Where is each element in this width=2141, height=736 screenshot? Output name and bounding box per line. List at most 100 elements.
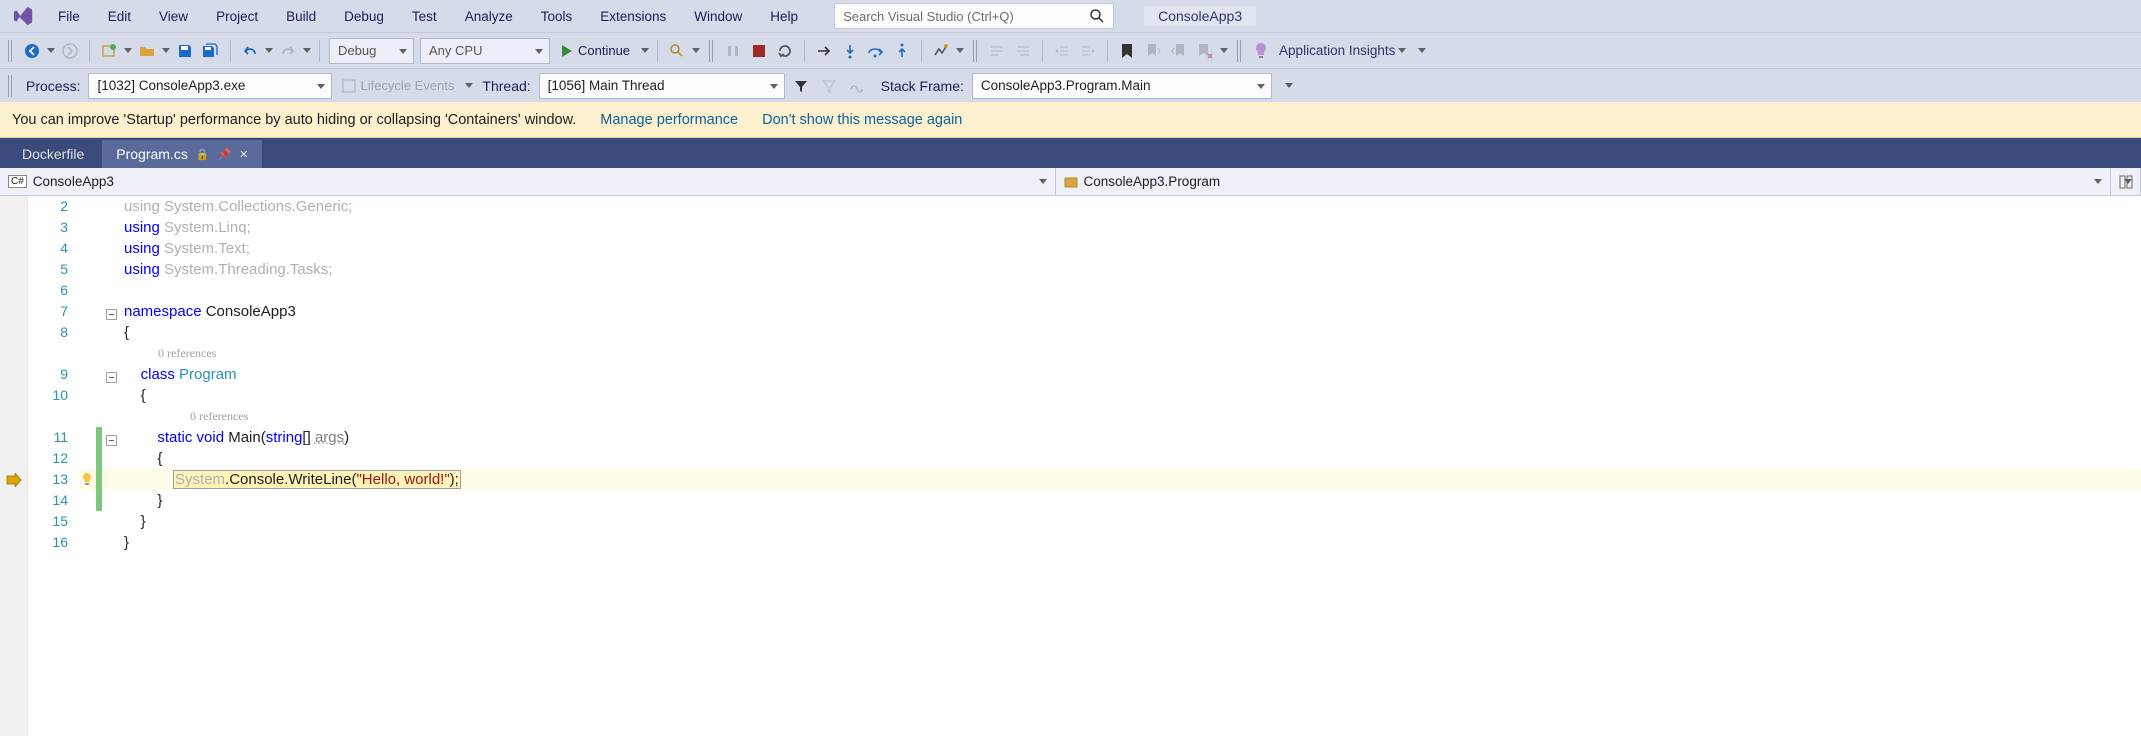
- filter-threads-button[interactable]: [789, 74, 813, 98]
- thread-dropdown[interactable]: [1056] Main Thread: [539, 73, 785, 99]
- menu-view[interactable]: View: [147, 5, 200, 28]
- search-input[interactable]: Search Visual Studio (Ctrl+Q): [834, 3, 1114, 29]
- toolbar-overflow[interactable]: [1417, 48, 1427, 53]
- nav-class-dropdown[interactable]: ConsoleApp3.Program: [1056, 168, 2112, 195]
- menu-window[interactable]: Window: [682, 5, 754, 28]
- dismiss-infobar-link[interactable]: Don't show this message again: [762, 112, 962, 128]
- codelens-references[interactable]: 0 references: [120, 346, 216, 361]
- bookmark-clear-button: [1193, 39, 1217, 63]
- show-next-statement-button[interactable]: [812, 39, 836, 63]
- new-project-button[interactable]: [97, 39, 121, 63]
- line-number-margin: 23456 78 910 111213141516: [28, 196, 78, 736]
- lightbulb-margin: [78, 196, 96, 736]
- menu-help[interactable]: Help: [758, 5, 810, 28]
- step-out-button[interactable]: [890, 39, 914, 63]
- split-icon: [2119, 175, 2133, 189]
- nav-back-dropdown[interactable]: [46, 48, 56, 53]
- comment-button: [985, 39, 1009, 63]
- intellitrace-button[interactable]: [929, 39, 953, 63]
- platform-dropdown[interactable]: Any CPU: [420, 38, 550, 64]
- app-insights-dropdown[interactable]: [1397, 48, 1407, 53]
- intellitrace-dropdown[interactable]: [955, 48, 965, 53]
- config-dropdown[interactable]: Debug: [329, 38, 414, 64]
- toolbar-grip[interactable]: [8, 75, 14, 97]
- nav-forward-button: [58, 39, 82, 63]
- fold-toggle[interactable]: [106, 309, 117, 320]
- app-insights-button[interactable]: Application Insights: [1279, 43, 1395, 58]
- toolbar-grip[interactable]: [8, 40, 14, 62]
- toolbar-grip[interactable]: [1237, 40, 1243, 62]
- new-project-dropdown[interactable]: [123, 48, 133, 53]
- restart-button[interactable]: [773, 39, 797, 63]
- toolbar-grip[interactable]: [709, 40, 715, 62]
- menu-debug[interactable]: Debug: [332, 5, 396, 28]
- current-statement-line: System.Console.WriteLine("Hello, world!"…: [120, 469, 2141, 490]
- class-icon: [1064, 175, 1078, 189]
- toolbar-grip[interactable]: [973, 40, 979, 62]
- separator: [230, 40, 231, 62]
- open-file-button[interactable]: [135, 39, 159, 63]
- save-all-button[interactable]: [199, 39, 223, 63]
- lifecycle-dropdown[interactable]: [464, 83, 474, 88]
- fold-toggle[interactable]: [106, 435, 117, 446]
- code-line: using System.Linq;: [120, 219, 251, 236]
- outlining-margin[interactable]: [102, 196, 120, 736]
- continue-dropdown[interactable]: [640, 48, 650, 53]
- close-icon[interactable]: ✕: [239, 148, 248, 161]
- nav-split-button[interactable]: [2111, 168, 2141, 195]
- menu-tools[interactable]: Tools: [529, 5, 585, 28]
- save-button[interactable]: [173, 39, 197, 63]
- menu-edit[interactable]: Edit: [96, 5, 143, 28]
- step-into-button[interactable]: [838, 39, 862, 63]
- nav-project-dropdown[interactable]: C# ConsoleApp3: [0, 168, 1056, 195]
- menu-analyze[interactable]: Analyze: [453, 5, 525, 28]
- debug-location-toolbar: Process: [1032] ConsoleApp3.exe Lifecycl…: [0, 68, 2141, 102]
- process-dropdown[interactable]: [1032] ConsoleApp3.exe: [88, 73, 332, 99]
- thread-value: [1056] Main Thread: [548, 78, 665, 93]
- tab-dockerfile[interactable]: Dockerfile: [8, 140, 98, 168]
- menu-extensions[interactable]: Extensions: [588, 5, 678, 28]
- undo-button[interactable]: [238, 39, 262, 63]
- manage-performance-link[interactable]: Manage performance: [600, 112, 738, 128]
- config-value: Debug: [338, 43, 376, 58]
- undo-dropdown[interactable]: [264, 48, 274, 53]
- codelens-references[interactable]: 0 references: [120, 409, 248, 424]
- bookmark-button[interactable]: [1115, 39, 1139, 63]
- pause-button: [721, 39, 745, 63]
- menu-build[interactable]: Build: [274, 5, 328, 28]
- navigation-bar: C# ConsoleApp3 ConsoleApp3.Program: [0, 168, 2141, 196]
- separator: [921, 40, 922, 62]
- code-line: }: [120, 513, 146, 530]
- menu-test[interactable]: Test: [400, 5, 449, 28]
- nav-project-value: ConsoleApp3: [33, 174, 114, 189]
- main-toolbar: Debug Any CPU Continue Application Insig…: [0, 32, 2141, 68]
- menu-file[interactable]: File: [46, 5, 92, 28]
- lightbulb-icon[interactable]: [78, 469, 96, 490]
- code-line: {: [120, 387, 146, 404]
- redo-dropdown[interactable]: [302, 48, 312, 53]
- flag-thread-button: [817, 74, 841, 98]
- lifecycle-events-button[interactable]: Lifecycle Events: [336, 74, 460, 98]
- code-area[interactable]: using System.Collections.Generic; using …: [120, 196, 2141, 736]
- separator: [804, 40, 805, 62]
- find-dropdown[interactable]: [691, 48, 701, 53]
- project-name-label: ConsoleApp3: [1144, 6, 1256, 26]
- menu-bar: File Edit View Project Build Debug Test …: [0, 0, 2141, 32]
- fold-toggle[interactable]: [106, 372, 117, 383]
- debugbar-overflow[interactable]: [1284, 83, 1294, 88]
- breakpoint-margin[interactable]: [0, 196, 28, 736]
- stackframe-dropdown[interactable]: ConsoleApp3.Program.Main: [972, 73, 1272, 99]
- pin-icon[interactable]: 📌: [218, 148, 232, 161]
- menu-project[interactable]: Project: [204, 5, 270, 28]
- open-file-dropdown[interactable]: [161, 48, 171, 53]
- nav-back-button[interactable]: [20, 39, 44, 63]
- code-editor[interactable]: 23456 78 910 111213141516 using System.C…: [0, 196, 2141, 736]
- stop-button[interactable]: [747, 39, 771, 63]
- code-line: }: [120, 534, 129, 551]
- find-in-files-button[interactable]: [665, 39, 689, 63]
- bookmark-dropdown[interactable]: [1219, 48, 1229, 53]
- outdent-button: [1050, 39, 1074, 63]
- continue-button[interactable]: Continue: [554, 38, 638, 64]
- step-over-button[interactable]: [864, 39, 888, 63]
- tab-program-cs[interactable]: Program.cs 🔒 📌 ✕: [102, 140, 262, 168]
